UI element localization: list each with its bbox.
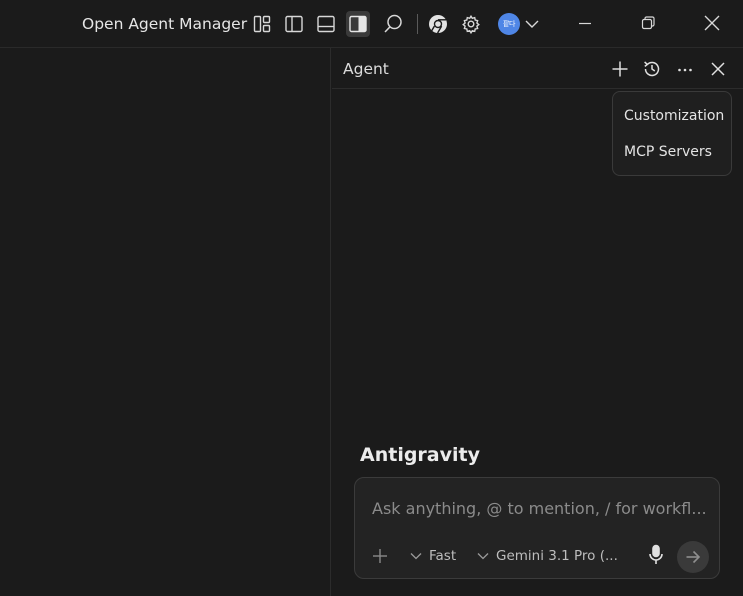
- model-label: Gemini 3.1 Pro (...: [496, 548, 618, 564]
- chevron-down-icon: [410, 553, 422, 560]
- chevron-down-icon[interactable]: [520, 11, 544, 37]
- chevron-down-icon: [477, 553, 489, 560]
- open-agent-manager-button[interactable]: Open Agent Manager: [82, 14, 247, 34]
- more-options-menu: Customization MCP Servers: [612, 91, 732, 176]
- mode-label: Fast: [429, 548, 457, 564]
- agent-panel-title: Agent: [343, 60, 389, 78]
- chat-controls-row: Fast Gemini 3.1 Pro (...: [355, 541, 719, 573]
- chat-input-placeholder[interactable]: Ask anything, @ to mention, / for workfl…: [372, 499, 707, 519]
- mode-selector[interactable]: Fast: [409, 546, 456, 566]
- settings-gear-icon[interactable]: [459, 11, 483, 37]
- history-icon[interactable]: [640, 57, 664, 81]
- title-bar: Open Agent Manager 팥다: [0, 0, 743, 48]
- new-chat-icon[interactable]: [608, 57, 632, 81]
- more-icon[interactable]: [673, 57, 697, 81]
- avatar-text: 팥다: [503, 20, 515, 28]
- search-icon[interactable]: [381, 11, 405, 37]
- chrome-icon[interactable]: [426, 11, 450, 37]
- close-window-icon[interactable]: [689, 0, 735, 46]
- toolbar-separator: [417, 14, 418, 34]
- toggle-panel-icon[interactable]: [314, 11, 338, 37]
- send-button[interactable]: [677, 541, 709, 573]
- minimize-icon[interactable]: [562, 0, 608, 46]
- account-avatar[interactable]: 팥다: [498, 13, 520, 35]
- menu-item-customization[interactable]: Customization: [624, 107, 724, 125]
- arrow-right-icon: [686, 550, 701, 564]
- model-selector[interactable]: Gemini 3.1 Pro (...: [476, 546, 618, 566]
- menu-item-mcp-servers[interactable]: MCP Servers: [624, 143, 712, 161]
- microphone-icon[interactable]: [647, 544, 671, 565]
- customize-layout-icon[interactable]: [250, 11, 274, 37]
- brand-title: Antigravity: [360, 444, 480, 466]
- restore-icon[interactable]: [625, 0, 671, 46]
- agent-panel: Agent Customization MCP Servers Antigrav…: [332, 48, 743, 596]
- editor-area: [0, 48, 331, 596]
- add-context-icon[interactable]: [372, 546, 394, 566]
- toggle-secondary-sidebar-icon[interactable]: [346, 11, 370, 37]
- chat-input-box[interactable]: Ask anything, @ to mention, / for workfl…: [354, 477, 720, 579]
- toggle-primary-sidebar-icon[interactable]: [282, 11, 306, 37]
- close-panel-icon[interactable]: [706, 57, 730, 81]
- agent-panel-header: Agent: [332, 48, 743, 89]
